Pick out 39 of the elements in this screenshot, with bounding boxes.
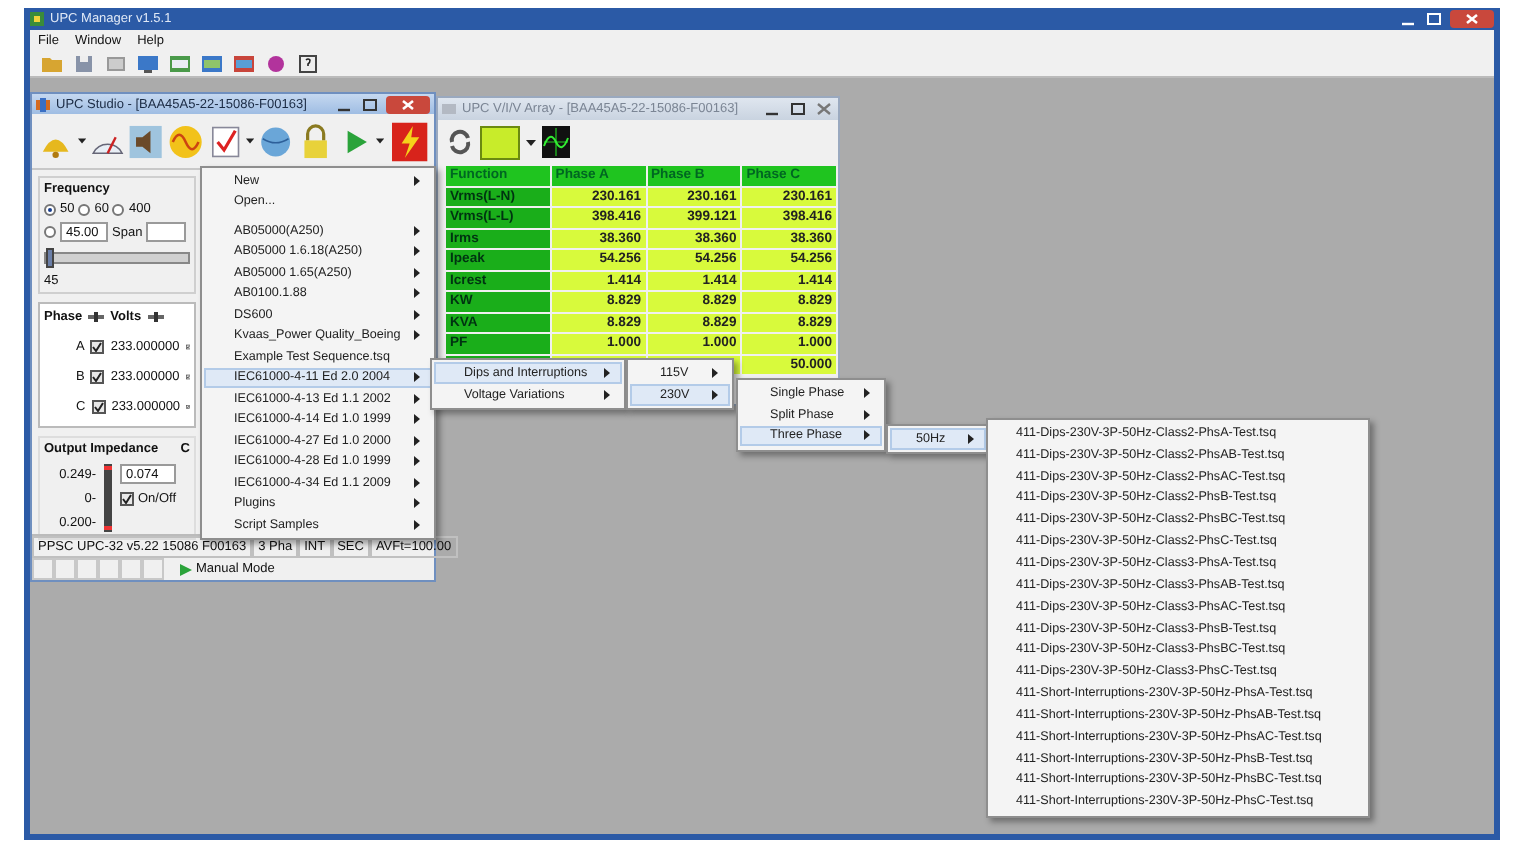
- input-field[interactable]: [146, 222, 187, 242]
- refresh-icon[interactable]: [446, 128, 474, 156]
- play-icon: [180, 563, 192, 575]
- caret-icon[interactable]: [246, 138, 255, 144]
- status-panel: [76, 558, 98, 580]
- caret-icon[interactable]: [526, 139, 536, 145]
- caret-icon[interactable]: [376, 138, 385, 144]
- close-icon[interactable]: [1450, 10, 1494, 28]
- app-icon: [30, 12, 44, 26]
- lightning-icon[interactable]: [392, 117, 428, 165]
- slider-icon: [147, 312, 164, 322]
- close-icon[interactable]: [386, 95, 430, 113]
- radio-button[interactable]: [78, 203, 91, 215]
- status-panel: [54, 558, 76, 580]
- slider-thumb[interactable]: [46, 248, 54, 268]
- checkbox[interactable]: [90, 340, 105, 354]
- help-icon[interactable]: [298, 53, 318, 73]
- vertical-slider-icon: [104, 464, 112, 532]
- status-panel: [120, 558, 142, 580]
- status-panel: [32, 558, 54, 580]
- monitor-icon[interactable]: [138, 53, 158, 73]
- slider-icon: [88, 312, 105, 322]
- maximize-icon[interactable]: [360, 95, 380, 113]
- set-icon[interactable]: [185, 340, 190, 354]
- checkbox[interactable]: [120, 491, 134, 505]
- app-icon: [442, 102, 456, 116]
- maximize-icon[interactable]: [788, 100, 808, 118]
- app-icon: [36, 97, 50, 111]
- set-icon[interactable]: [185, 370, 190, 384]
- status-panel: [142, 558, 164, 580]
- radio-button[interactable]: [44, 203, 56, 215]
- gem-icon[interactable]: [266, 53, 286, 73]
- oscilloscope-icon[interactable]: [542, 126, 570, 158]
- radio-button[interactable]: [44, 226, 56, 238]
- caret-icon[interactable]: [77, 138, 86, 144]
- radio-button[interactable]: [112, 203, 125, 215]
- checkbox[interactable]: [91, 400, 106, 414]
- checkbox[interactable]: [90, 370, 105, 384]
- status-panel: [98, 558, 120, 580]
